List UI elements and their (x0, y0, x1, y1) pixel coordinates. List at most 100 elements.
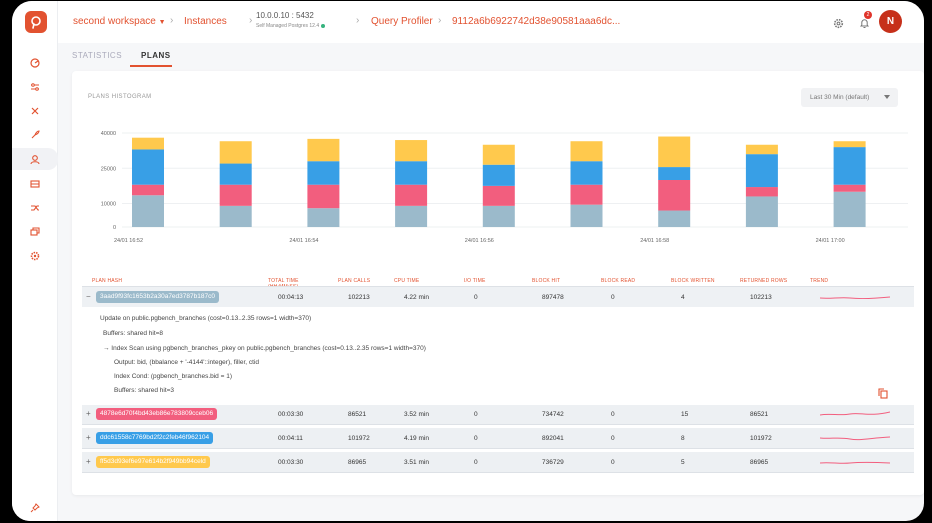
sliders-icon[interactable] (12, 76, 58, 98)
cell-io: 0 (474, 294, 478, 301)
cell-cpu: 4.19 min (404, 435, 429, 442)
trend-sparkline (820, 436, 890, 441)
bar-segment[interactable] (307, 208, 340, 227)
cell-written: 4 (681, 294, 685, 301)
cell-hit: 736729 (542, 459, 564, 466)
time-range-select[interactable]: Last 30 Min (default) (801, 88, 898, 107)
bar-segment[interactable] (745, 187, 778, 197)
table-row[interactable]: + ddc61558c7769bd2f2c2feb46f962104 00:04:1… (82, 428, 914, 449)
table-row[interactable]: +4878e6d70f4bd43eb86e783809cceb06 00:03:3… (82, 404, 914, 425)
bar-segment[interactable] (395, 161, 428, 185)
header-block-hit: BLOCK HIT (532, 278, 561, 284)
server-icon[interactable] (12, 173, 58, 195)
device-frame: second workspace ▼ › Instances › 10.0.0.… (0, 0, 932, 523)
bar-segment[interactable] (307, 161, 340, 185)
header-cpu-time: CPU TIME (394, 278, 420, 284)
bar-segment[interactable] (132, 137, 164, 150)
plan-line: Output: bid, (bbalance + '-4144'::intege… (114, 359, 260, 366)
bar-segment[interactable] (833, 147, 866, 185)
bar-segment[interactable] (482, 185, 515, 206)
host-type: Self Managed Postgres 12.4 (256, 23, 320, 29)
bar-segment[interactable] (395, 205, 428, 227)
bar-segment[interactable] (307, 184, 340, 209)
tab-plans[interactable]: PLANS (141, 51, 171, 60)
x-tick-label: 24/01 16:56 (465, 238, 494, 244)
breadcrumb-query-profiler[interactable]: Query Profiler (371, 16, 433, 27)
bar-segment[interactable] (833, 141, 866, 148)
bar-segment[interactable] (482, 164, 515, 186)
bar-segment[interactable] (395, 184, 428, 206)
top-bar: second workspace ▼ › Instances › 10.0.0.… (58, 1, 924, 43)
table-row[interactable]: −3aad9f93fc1653b2a30a7ed3787b187c0 00:04:… (82, 286, 914, 307)
header-plan-calls: PLAN CALLS (338, 278, 371, 284)
bar-segment[interactable] (219, 163, 252, 185)
bar-segment[interactable] (219, 205, 252, 227)
copy-icon[interactable] (878, 386, 888, 404)
gear-icon[interactable] (12, 245, 58, 267)
card-title: PLANS HISTOGRAM (88, 94, 152, 100)
pin-icon[interactable] (12, 497, 58, 519)
bar-segment[interactable] (570, 141, 603, 162)
plan-line: Update on public.pgbench_branches (cost=… (100, 315, 312, 322)
bar-segment[interactable] (745, 154, 778, 188)
layers-icon[interactable] (12, 221, 58, 243)
chevron-right-icon: › (170, 15, 174, 26)
bar-segment[interactable] (658, 180, 691, 211)
bar-segment[interactable] (132, 149, 164, 185)
expand-toggle[interactable]: + (86, 433, 91, 442)
bar-segment[interactable] (658, 210, 691, 227)
active-tab-indicator (130, 65, 172, 67)
chevron-down-icon: ▼ (158, 19, 166, 26)
bar-segment[interactable] (132, 195, 164, 227)
workspace-selector[interactable]: second workspace ▼ (73, 16, 166, 27)
bar-segment[interactable] (482, 144, 515, 165)
breadcrumb-query-id[interactable]: 9112a6b6922742d38e90581aaa6dc... (452, 16, 620, 27)
bar-segment[interactable] (307, 138, 340, 162)
bar-segment[interactable] (745, 144, 778, 155)
expand-toggle[interactable]: + (86, 457, 91, 466)
dashboard-icon[interactable] (12, 52, 58, 74)
user-search-icon[interactable] (12, 148, 58, 170)
bar-segment[interactable] (833, 184, 866, 192)
avatar[interactable]: N (879, 10, 902, 33)
bar-segment[interactable] (570, 204, 603, 227)
bar-segment[interactable] (482, 205, 515, 227)
workspace-label: second workspace (73, 16, 156, 27)
expand-toggle[interactable]: + (86, 409, 91, 418)
tools-icon[interactable] (12, 100, 58, 122)
rocket-icon[interactable] (12, 124, 58, 146)
settings-gear-icon[interactable] (833, 16, 844, 34)
plan-hash-badge[interactable]: ff5d3d93ef6e97e614b2f949bb94celd (96, 456, 210, 468)
bar-segment[interactable] (658, 136, 691, 168)
cell-total: 00:04:13 (278, 294, 304, 301)
bar-segment[interactable] (219, 141, 252, 164)
header-io-time: I/O TIME (464, 278, 486, 284)
bar-segment[interactable] (658, 167, 691, 180)
plan-line: Index Cond: (pgbench_branches.bid = 1) (114, 373, 232, 380)
cell-read: 0 (611, 459, 615, 466)
plan-hash-badge[interactable]: ddc61558c7769bd2f2c2feb46f962104 (96, 432, 214, 444)
bar-segment[interactable] (570, 184, 603, 205)
breadcrumb-host[interactable]: 10.0.0.10 : 5432 (256, 11, 314, 20)
breadcrumb-instances[interactable]: Instances (184, 16, 227, 27)
collapse-toggle[interactable]: − (86, 292, 91, 301)
bar-segment[interactable] (745, 196, 778, 227)
shuffle-icon[interactable] (12, 197, 58, 219)
bar-segment[interactable] (833, 191, 866, 227)
cell-hit: 734742 (542, 411, 564, 418)
tab-statistics[interactable]: STATISTICS (72, 51, 122, 60)
bar-segment[interactable] (132, 184, 164, 196)
header-trend: TREND (810, 278, 829, 284)
bar-segment[interactable] (395, 140, 428, 162)
plan-hash-badge[interactable]: 3aad9f93fc1653b2a30a7ed3787b187c0 (96, 291, 219, 303)
bar-segment[interactable] (570, 161, 603, 185)
status-dot (321, 23, 326, 28)
header-block-written: BLOCK WRITTEN (671, 278, 715, 284)
time-range-value: Last 30 Min (default) (810, 94, 870, 101)
table-row[interactable]: + ff5d3d93ef6e97e614b2f949bb94celd 00:03:3… (82, 452, 914, 473)
app-logo[interactable] (25, 11, 47, 33)
x-tick-label: 24/01 16:52 (114, 238, 143, 244)
plan-hash-badge[interactable]: 4878e6d70f4bd43eb86e783809cceb06 (96, 408, 218, 420)
cell-io: 0 (474, 435, 478, 442)
bar-segment[interactable] (219, 184, 252, 206)
